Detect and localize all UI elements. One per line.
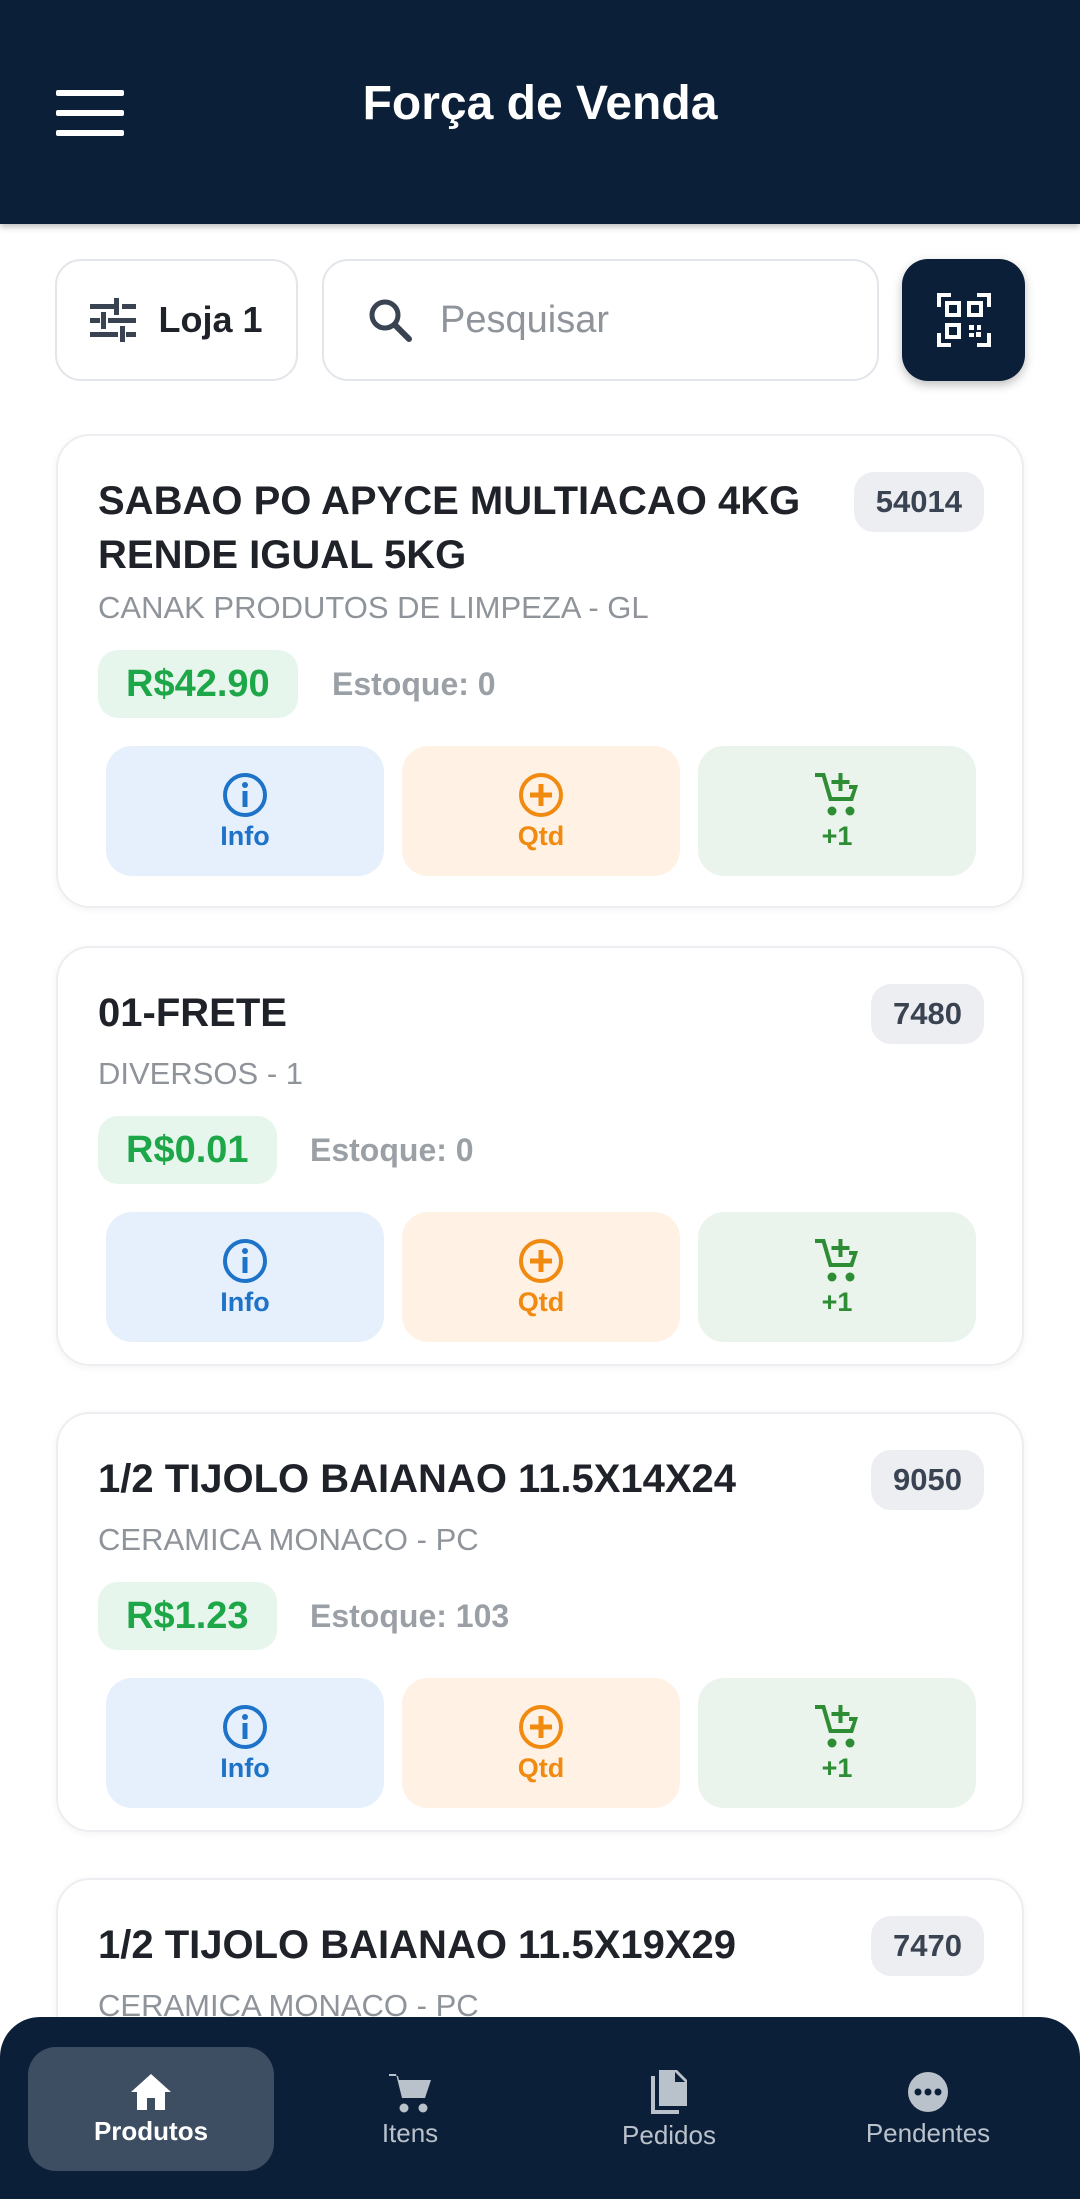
tune-sliders-icon [90, 298, 137, 342]
card-actions: Info Qtd +1 [106, 1212, 980, 1342]
product-card[interactable]: SABAO PO APYCE MULTIACAO 4KG RENDE IGUAL… [56, 434, 1024, 908]
quantity-label: Qtd [517, 1752, 565, 1783]
qr-code-scanner-icon [936, 293, 991, 347]
store-filter-button[interactable]: Loja 1 [55, 259, 298, 381]
cart-icon [389, 2073, 431, 2112]
price-badge: R$1.23 [98, 1582, 277, 1650]
bottom-navigation: Produtos Itens Pedidos Pendentes [0, 2017, 1080, 2199]
product-supplier: CERAMICA MONACO - PC [98, 1988, 479, 2017]
nav-item-itens[interactable]: Itens [287, 2047, 533, 2171]
product-supplier: CANAK PRODUTOS DE LIMPEZA - GL [98, 590, 649, 625]
card-actions: Info Qtd +1 [106, 746, 980, 876]
nav-item-pedidos[interactable]: Pedidos [546, 2047, 792, 2171]
info-button[interactable]: Info [106, 1212, 384, 1342]
qr-scan-button[interactable] [902, 259, 1025, 381]
add-one-button[interactable]: +1 [698, 1678, 976, 1808]
quantity-label: Qtd [517, 1286, 565, 1317]
product-card[interactable]: 1/2 TIJOLO BAIANAO 11.5X19X29 7470 CERAM… [56, 1878, 1024, 2017]
info-label: Info [220, 820, 270, 851]
product-code-badge: 7470 [871, 1916, 984, 1976]
info-label: Info [220, 1286, 270, 1317]
nav-label: Pendentes [865, 2117, 991, 2148]
info-icon [223, 1238, 267, 1283]
info-label: Info [220, 1752, 270, 1783]
add-circle-icon [519, 1704, 563, 1749]
stock-text: Estoque: 103 [310, 1598, 510, 1634]
add-one-label: +1 [821, 820, 853, 851]
store-filter-label: Loja 1 [158, 299, 263, 340]
product-name: SABAO PO APYCE MULTIACAO 4KG RENDE IGUAL… [98, 479, 801, 577]
add-one-label: +1 [821, 1752, 853, 1783]
product-card[interactable]: 01-FRETE 7480 DIVERSOS - 1 R$0.01 Estoqu… [56, 946, 1024, 1366]
nav-item-pendentes[interactable]: Pendentes [805, 2047, 1051, 2171]
info-button[interactable]: Info [106, 1678, 384, 1808]
search-box[interactable] [322, 259, 879, 381]
add-circle-icon [519, 772, 563, 817]
product-name: 01-FRETE [98, 991, 287, 1035]
search-input[interactable] [440, 298, 840, 342]
info-icon [223, 1704, 267, 1749]
nav-label: Pedidos [622, 2119, 716, 2150]
more-dots-icon [908, 2071, 948, 2112]
product-supplier: DIVERSOS - 1 [98, 1056, 303, 1091]
info-button[interactable]: Info [106, 746, 384, 876]
product-supplier: CERAMICA MONACO - PC [98, 1522, 479, 1557]
app-bar: Força de Venda [0, 0, 1080, 224]
add-one-button[interactable]: +1 [698, 1212, 976, 1342]
product-card[interactable]: 1/2 TIJOLO BAIANAO 11.5X14X24 9050 CERAM… [56, 1412, 1024, 1832]
page-title: Força de Venda [362, 77, 718, 130]
filter-row: Loja 1 [0, 259, 1080, 381]
stock-text: Estoque: 0 [310, 1132, 474, 1168]
add-one-label: +1 [821, 1286, 853, 1317]
card-actions: Info Qtd +1 [106, 1678, 980, 1808]
product-name: 1/2 TIJOLO BAIANAO 11.5X14X24 [98, 1457, 737, 1501]
price-badge: R$0.01 [98, 1116, 277, 1184]
price-badge: R$42.90 [98, 650, 298, 718]
info-icon [223, 772, 267, 817]
home-icon [131, 2073, 171, 2110]
documents-icon [651, 2069, 687, 2114]
nav-item-produtos[interactable]: Produtos [28, 2047, 274, 2171]
add-to-cart-icon [815, 1238, 858, 1281]
product-code-badge: 9050 [871, 1450, 984, 1510]
product-name: 1/2 TIJOLO BAIANAO 11.5X19X29 [98, 1923, 737, 1967]
quantity-button[interactable]: Qtd [402, 746, 680, 876]
quantity-button[interactable]: Qtd [402, 1212, 680, 1342]
stock-text: Estoque: 0 [332, 666, 496, 702]
add-to-cart-icon [815, 1704, 858, 1747]
add-to-cart-icon [815, 772, 858, 815]
quantity-button[interactable]: Qtd [402, 1678, 680, 1808]
nav-label: Itens [381, 2117, 439, 2148]
add-circle-icon [519, 1238, 563, 1283]
nav-label: Produtos [93, 2115, 209, 2146]
quantity-label: Qtd [517, 820, 565, 851]
search-icon [369, 299, 412, 342]
product-code-badge: 54014 [853, 472, 984, 532]
product-code-badge: 7480 [871, 984, 984, 1044]
add-one-button[interactable]: +1 [698, 746, 976, 876]
product-list[interactable]: SABAO PO APYCE MULTIACAO 4KG RENDE IGUAL… [0, 434, 1080, 2017]
